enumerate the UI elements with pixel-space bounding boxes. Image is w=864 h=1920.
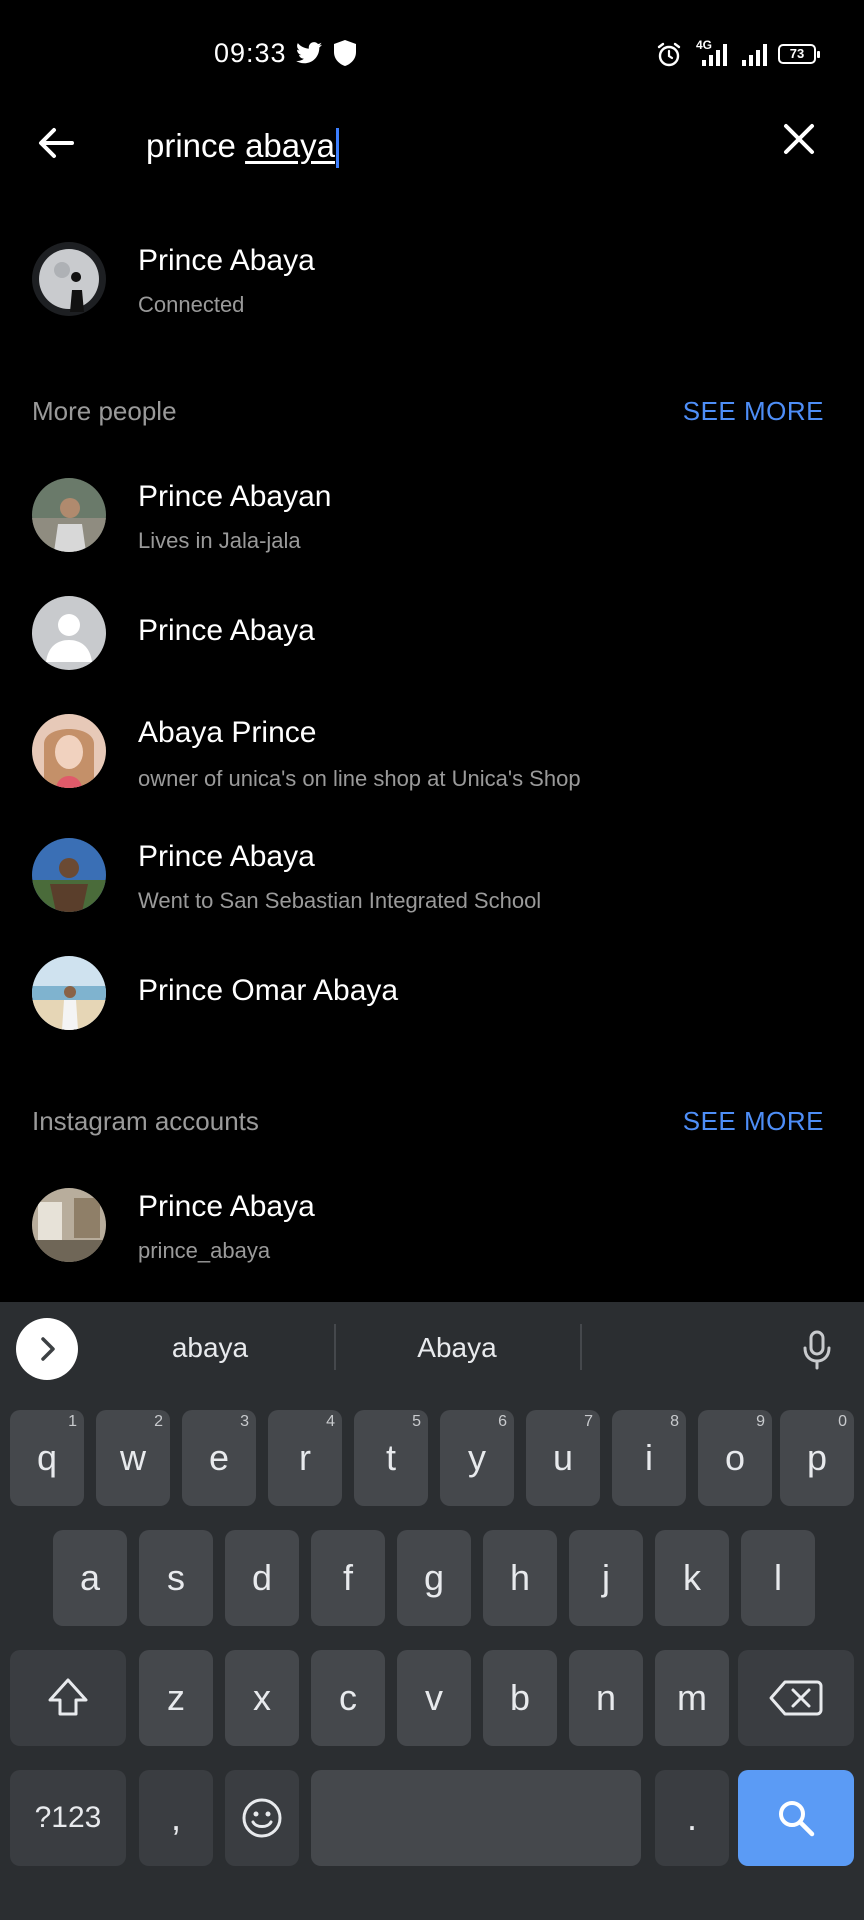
result-name: Prince Abaya (138, 614, 315, 647)
key-e[interactable]: e3 (182, 1410, 256, 1506)
text-caret (335, 128, 339, 169)
key-o[interactable]: o9 (698, 1410, 772, 1506)
result-subtitle: Connected (138, 292, 245, 317)
suggestion-divider (580, 1324, 582, 1370)
key-b[interactable]: b (483, 1650, 557, 1746)
search-input[interactable]: prince abaya (146, 118, 339, 174)
key-k[interactable]: k (655, 1530, 729, 1626)
key-v[interactable]: v (397, 1650, 471, 1746)
key-c[interactable]: c (311, 1650, 385, 1746)
result-row[interactable]: Prince Abayan Lives in Jala-jala (0, 466, 864, 566)
key-j[interactable]: j (569, 1530, 643, 1626)
suggestion-1[interactable]: abaya (110, 1332, 310, 1364)
emoji-smiley-icon (242, 1798, 282, 1838)
see-more-instagram-link[interactable]: SEE MORE (683, 1106, 824, 1137)
search-value-plain: prince (146, 127, 246, 164)
twitter-icon (296, 42, 322, 64)
shift-arrow-icon (48, 1678, 88, 1716)
alarm-icon (657, 42, 681, 67)
avatar (32, 1188, 106, 1262)
space-key[interactable] (311, 1770, 641, 1866)
see-more-people-link[interactable]: SEE MORE (683, 396, 824, 427)
comma-key[interactable]: , (139, 1770, 213, 1866)
expand-toolbar-button[interactable] (16, 1318, 78, 1380)
status-bar: 09:33 4G 73 (0, 0, 864, 108)
emoji-key[interactable] (225, 1770, 299, 1866)
result-subtitle: Lives in Jala-jala (138, 528, 301, 553)
result-row[interactable]: Prince Abaya Went to San Sebastian Integ… (0, 828, 864, 928)
close-icon[interactable] (780, 120, 818, 158)
key-t[interactable]: t5 (354, 1410, 428, 1506)
avatar (32, 478, 106, 552)
key-u[interactable]: u7 (526, 1410, 600, 1506)
result-subtitle: prince_abaya (138, 1238, 271, 1263)
key-d[interactable]: d (225, 1530, 299, 1626)
result-name: Prince Abaya (138, 1190, 315, 1223)
key-l[interactable]: l (741, 1530, 815, 1626)
suggestion-divider (334, 1324, 336, 1370)
key-r[interactable]: r4 (268, 1410, 342, 1506)
symbols-key[interactable]: ?123 (10, 1770, 126, 1866)
key-p[interactable]: p0 (780, 1410, 854, 1506)
avatar (32, 838, 106, 912)
key-z[interactable]: z (139, 1650, 213, 1746)
microphone-icon[interactable] (800, 1330, 834, 1370)
avatar (32, 956, 106, 1030)
result-name: Prince Abayan (138, 480, 332, 513)
avatar (32, 714, 106, 788)
status-time: 09:33 (214, 38, 287, 68)
result-row-connected[interactable]: Prince Abaya Connected (0, 230, 864, 330)
suggestion-strip: abaya Abaya (0, 1302, 864, 1398)
back-arrow-icon[interactable] (32, 118, 82, 168)
key-g[interactable]: g (397, 1530, 471, 1626)
signal-icon (702, 44, 727, 66)
result-name: Prince Omar Abaya (138, 974, 399, 1007)
key-m[interactable]: m (655, 1650, 729, 1746)
chevron-right-icon (41, 1337, 55, 1361)
search-key[interactable] (738, 1770, 854, 1866)
key-q[interactable]: q1 (10, 1410, 84, 1506)
section-title-more-people: More people (32, 396, 177, 426)
result-subtitle: Went to San Sebastian Integrated School (138, 888, 542, 913)
result-row[interactable]: Prince Omar Abaya (0, 954, 864, 1054)
result-row[interactable]: Abaya Prince owner of unica's on line sh… (0, 706, 864, 806)
key-x[interactable]: x (225, 1650, 299, 1746)
keyboard-keys: q1 w2 e3 r4 t5 y6 u7 i8 o9 p0 a s d f g … (0, 1398, 864, 1920)
backspace-icon (769, 1680, 823, 1716)
result-row-instagram[interactable]: Prince Abaya prince_abaya (0, 1176, 864, 1276)
suggestion-2[interactable]: Abaya (357, 1332, 557, 1364)
backspace-key[interactable] (738, 1650, 854, 1746)
result-name: Prince Abaya (138, 244, 315, 277)
key-a[interactable]: a (53, 1530, 127, 1626)
key-h[interactable]: h (483, 1530, 557, 1626)
result-name: Abaya Prince (138, 716, 317, 749)
shield-icon (334, 40, 356, 66)
key-i[interactable]: i8 (612, 1410, 686, 1506)
key-w[interactable]: w2 (96, 1410, 170, 1506)
shift-key[interactable] (10, 1650, 126, 1746)
avatar (32, 242, 106, 316)
keyboard: abaya Abaya q1 w2 e3 r4 t5 y6 u7 i8 o9 p… (0, 1302, 864, 1920)
battery-icon: 73 (778, 44, 820, 64)
result-subtitle: owner of unica's on line shop at Unica's… (138, 766, 581, 791)
section-title-instagram: Instagram accounts (32, 1106, 259, 1136)
key-n[interactable]: n (569, 1650, 643, 1746)
result-row[interactable]: Prince Abaya (0, 588, 864, 688)
default-avatar-icon (32, 596, 106, 670)
key-s[interactable]: s (139, 1530, 213, 1626)
signal-icon-2 (742, 44, 767, 66)
search-icon (779, 1801, 815, 1837)
key-y[interactable]: y6 (440, 1410, 514, 1506)
result-name: Prince Abaya (138, 840, 315, 873)
search-value-composing: abaya (245, 127, 335, 164)
key-f[interactable]: f (311, 1530, 385, 1626)
period-key[interactable]: . (655, 1770, 729, 1866)
